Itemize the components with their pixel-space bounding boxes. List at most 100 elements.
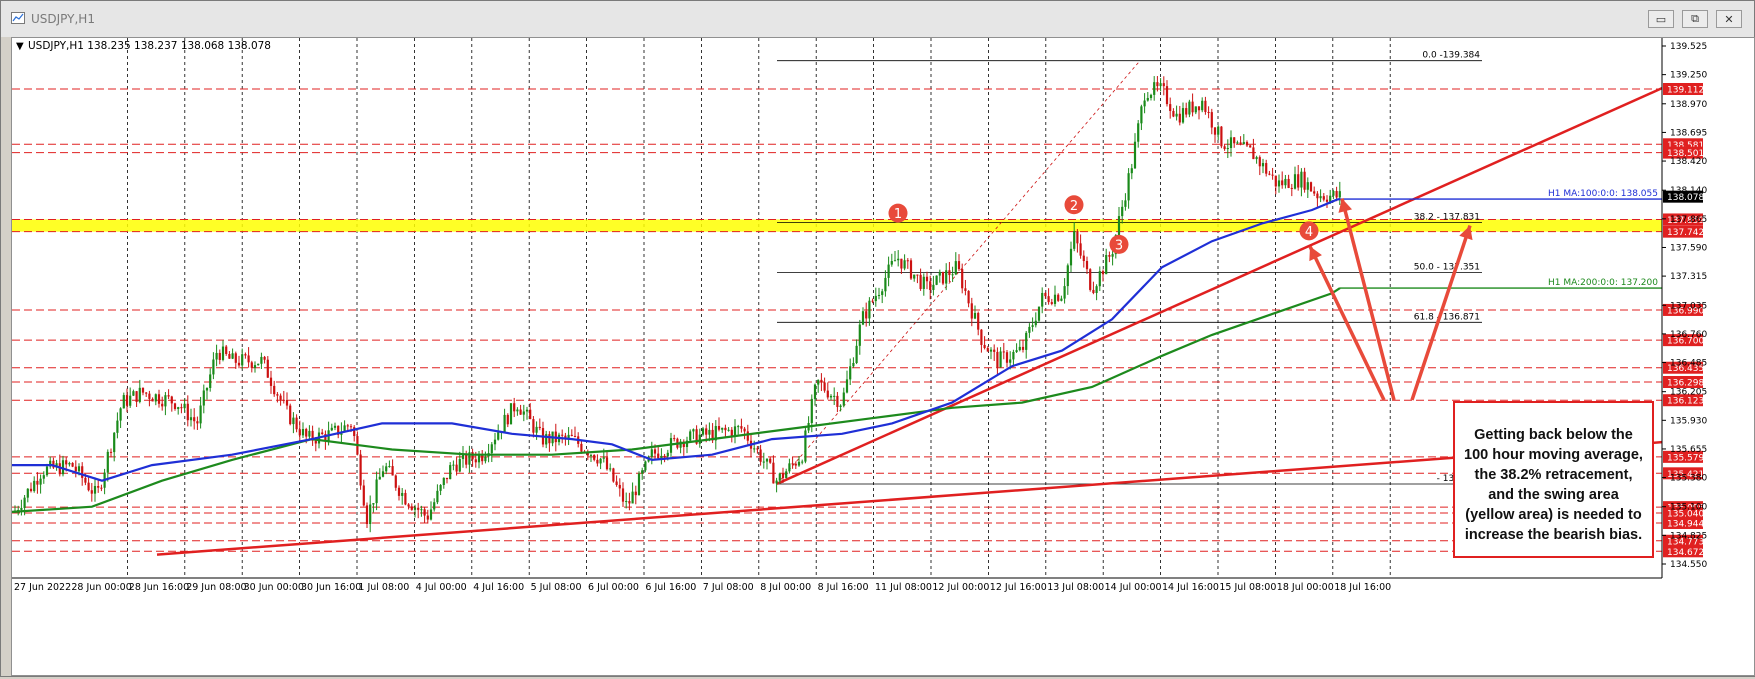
close-icon: ✕ [1724, 12, 1734, 26]
candle-body [209, 374, 212, 388]
candle-body [1034, 320, 1037, 326]
candle-body [797, 461, 801, 466]
candle-body [618, 484, 621, 489]
x-tick-label: 18 Jul 16:00 [1334, 582, 1391, 593]
candle-body [893, 260, 897, 262]
candle-body [519, 409, 522, 415]
candle-body [829, 395, 833, 398]
candle-body [285, 399, 289, 406]
candle-body [397, 487, 401, 496]
candle-body [87, 482, 90, 491]
candle-body [247, 355, 250, 363]
candle-body [81, 466, 84, 478]
candle-body [333, 425, 337, 428]
title-bar[interactable]: USDJPY,H1 ▭ ⧉ ✕ [1, 1, 1754, 37]
candle-body [596, 459, 599, 464]
candle-body [1031, 325, 1034, 327]
candle-body [401, 492, 404, 496]
candle-body [93, 486, 97, 494]
candle-body [442, 477, 445, 486]
candle-body [263, 356, 266, 360]
candle-body [836, 395, 839, 407]
candle-body [788, 463, 791, 472]
candle-body [1124, 200, 1127, 207]
candle-body [186, 403, 189, 421]
x-tick-label: 12 Jul 00:00 [932, 582, 989, 593]
candle-body [874, 295, 877, 302]
candle-body [919, 274, 922, 289]
candle-body [321, 432, 324, 435]
candle-body [922, 276, 925, 289]
candle-body [993, 349, 996, 352]
candle-body [279, 395, 282, 400]
candle-body [1089, 269, 1092, 290]
candle-body [1012, 351, 1015, 360]
candle-body [375, 479, 378, 504]
y-tick-label: 137.035 [1670, 301, 1707, 311]
candle-body [1073, 231, 1076, 249]
candle-body [413, 507, 417, 510]
candle-body [1258, 157, 1261, 167]
candle-body [1261, 163, 1265, 167]
candle-body [1191, 101, 1194, 113]
chart-menu-arrow[interactable]: ▼ [16, 41, 24, 52]
candle-body [362, 485, 365, 506]
candle-body [260, 356, 263, 364]
candle-body [1137, 123, 1140, 142]
candle-body [1188, 101, 1191, 115]
x-tick-label: 6 Jul 16:00 [645, 582, 696, 593]
candle-body [1002, 351, 1005, 353]
chart-area[interactable]: 139.112 138.581 138.501 137.859 137.742 136.9… [11, 37, 1755, 676]
candle-body [1101, 271, 1105, 275]
candle-body [791, 463, 794, 465]
fib-level-label: 50.0 - 137.351 [1414, 262, 1480, 272]
candle-body [954, 261, 957, 275]
candle-body [932, 284, 935, 290]
candle-body [1140, 106, 1143, 124]
candle-body [612, 468, 615, 482]
candle-body [116, 420, 119, 433]
candle-body [973, 312, 977, 319]
price-chart[interactable]: 139.112138.581138.501137.859137.742136.9… [11, 38, 1754, 675]
candle-body [810, 398, 813, 424]
candle-body [1130, 168, 1133, 174]
candle-body [23, 497, 26, 508]
minimize-button[interactable]: ▭ [1648, 10, 1674, 28]
candle-body [609, 468, 612, 470]
candle-body [391, 466, 394, 476]
close-button[interactable]: ✕ [1716, 10, 1742, 28]
candle-body [1159, 83, 1162, 87]
candle-body [497, 432, 500, 440]
x-tick-label: 4 Jul 16:00 [473, 582, 524, 593]
candle-body [1143, 100, 1146, 107]
candle-body [493, 439, 497, 445]
candle-body [1284, 178, 1287, 186]
candle-body [484, 456, 487, 462]
candle-body [349, 426, 353, 428]
candle-body [225, 346, 228, 354]
candle-body [490, 444, 493, 454]
candle-body [740, 426, 743, 429]
candle-body [1306, 182, 1309, 190]
candle-body [1156, 82, 1159, 87]
candle-body [161, 403, 164, 407]
candle-body [778, 473, 781, 481]
x-tick-label: 4 Jul 00:00 [416, 582, 467, 593]
candle-body [522, 411, 525, 415]
restore-button[interactable]: ⧉ [1682, 10, 1708, 28]
candle-body [573, 435, 577, 437]
candle-body [276, 394, 279, 396]
candle-body [589, 454, 593, 456]
y-tick-label: 135.100 [1670, 503, 1707, 513]
candle-body [628, 501, 631, 504]
candle-body [663, 455, 666, 457]
candle-body [503, 414, 506, 432]
candle-body [436, 490, 439, 503]
candle-body [458, 459, 461, 472]
candle-body [765, 458, 769, 462]
candle-body [1197, 106, 1201, 111]
candle-body [961, 269, 964, 289]
y-tick-label: 138.970 [1670, 100, 1707, 110]
candle-body [535, 426, 538, 433]
candle-body [234, 353, 237, 363]
